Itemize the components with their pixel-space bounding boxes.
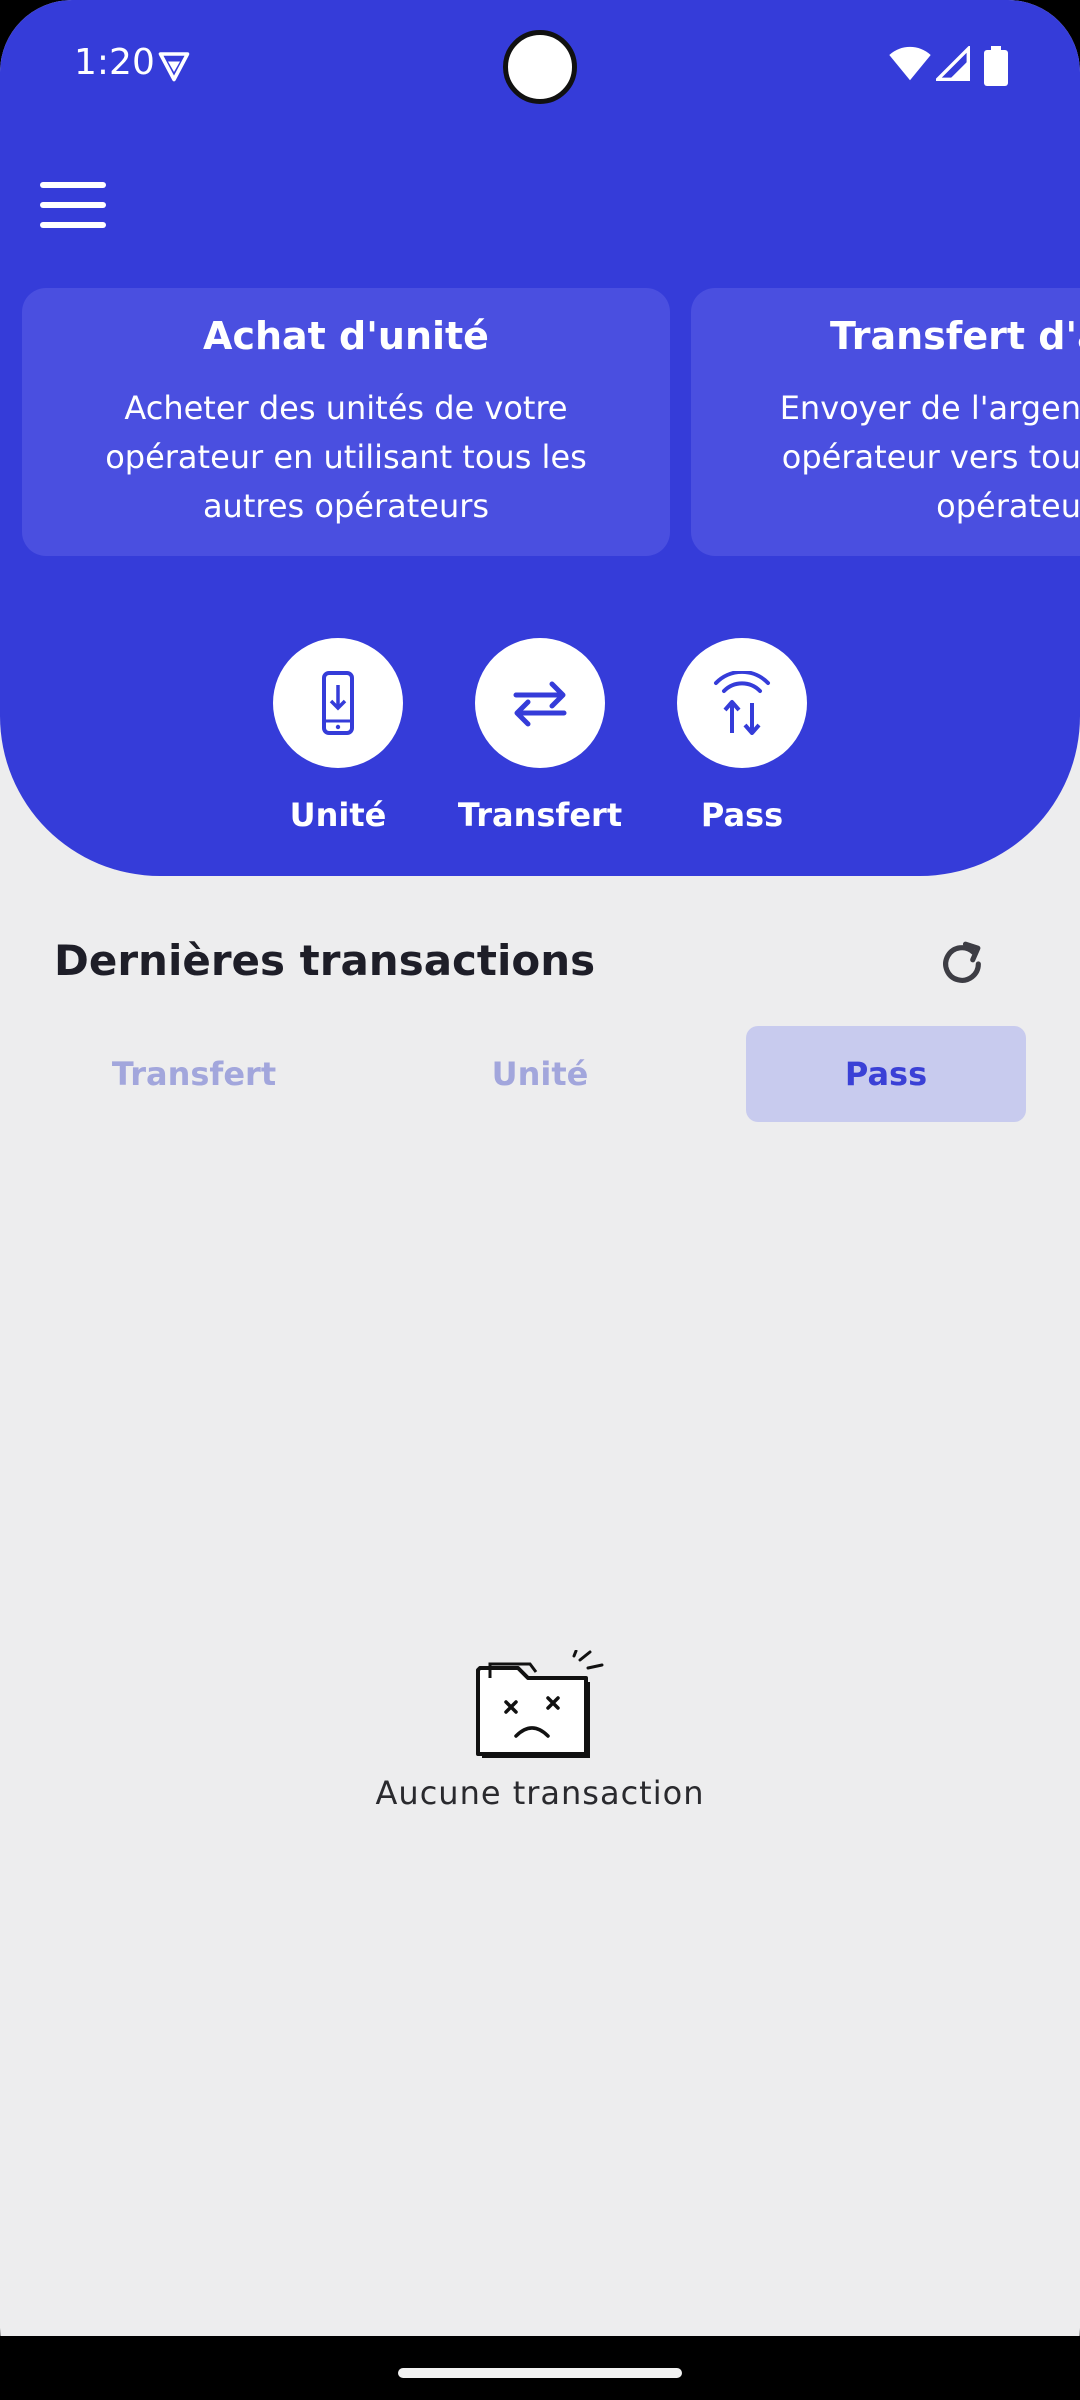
- app-screen: 1:20 Achat d'unité Acheter des unités de…: [0, 0, 1080, 2336]
- card-description: Acheter des unités de votre opérateur en…: [105, 389, 587, 525]
- action-label: Transfert: [457, 796, 623, 834]
- system-nav-bar: [0, 2336, 1080, 2400]
- quick-actions: Unité Transfert Pass: [0, 636, 1080, 836]
- phone-download-icon: [322, 671, 354, 735]
- card-description: Envoyer de l'argen opérateur vers tou op…: [779, 389, 1080, 525]
- vpn-icon: [158, 52, 190, 82]
- tab-transfert[interactable]: Transfert: [54, 1026, 334, 1122]
- empty-state: Aucune transaction: [0, 1649, 1080, 1812]
- card-achat-unite[interactable]: Achat d'unité Acheter des unités de votr…: [22, 288, 670, 556]
- action-pass-button[interactable]: Pass: [657, 636, 827, 836]
- action-label: Unité: [289, 796, 387, 834]
- action-circle: [273, 638, 403, 768]
- action-circle: [475, 638, 605, 768]
- action-transfert-button[interactable]: Transfert: [455, 636, 625, 836]
- section-title: Dernières transactions: [54, 936, 596, 985]
- card-title: Transfert d'a: [830, 314, 1080, 358]
- tab-unite[interactable]: Unité: [400, 1026, 680, 1122]
- action-circle: [677, 638, 807, 768]
- empty-message: Aucune transaction: [375, 1774, 705, 1812]
- transaction-tabs: Transfert Unité Pass: [54, 1026, 1026, 1122]
- data-transfer-icon: [714, 671, 770, 735]
- tab-pass[interactable]: Pass: [746, 1026, 1026, 1122]
- action-unite-button[interactable]: Unité: [253, 636, 423, 836]
- wifi-icon: [889, 46, 931, 81]
- status-bar: 1:20: [0, 0, 1080, 130]
- refresh-icon[interactable]: [934, 936, 990, 992]
- hero-header: 1:20 Achat d'unité Acheter des unités de…: [0, 0, 1080, 876]
- feature-cards-carousel[interactable]: Achat d'unité Acheter des unités de votr…: [0, 288, 1080, 558]
- signal-icon: [936, 46, 970, 81]
- sad-folder-icon: [476, 1649, 604, 1758]
- camera-cutout: [503, 30, 577, 104]
- battery-icon: [984, 46, 1008, 86]
- menu-icon[interactable]: [40, 180, 106, 230]
- card-title: Achat d'unité: [203, 314, 489, 358]
- status-time: 1:20: [74, 42, 155, 83]
- card-transfert[interactable]: Transfert d'a Envoyer de l'argen opérate…: [691, 288, 1080, 556]
- home-indicator[interactable]: [398, 2368, 682, 2378]
- swap-arrows-icon: [513, 681, 567, 727]
- device-frame: 1:20 Achat d'unité Acheter des unités de…: [0, 0, 1080, 2400]
- action-label: Pass: [700, 796, 784, 834]
